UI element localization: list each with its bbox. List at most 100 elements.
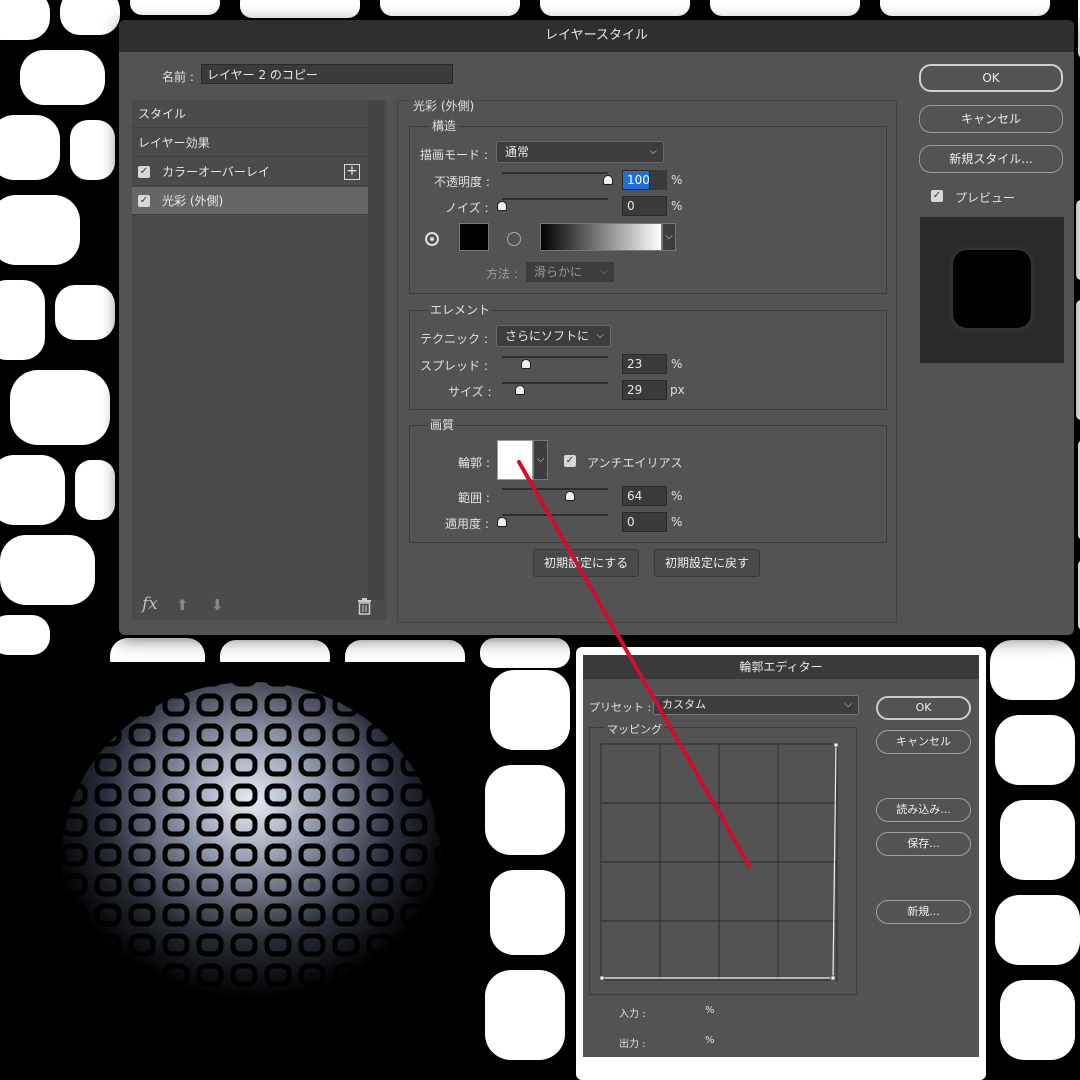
antialias-label: アンチエイリアス	[587, 456, 683, 470]
section-title: 光彩 (外側)	[413, 99, 475, 113]
technique-label: テクニック :	[420, 332, 488, 346]
styles-header[interactable]: スタイル	[132, 100, 368, 128]
elements-title: エレメント	[428, 301, 493, 318]
antialias-checkbox[interactable]: ✓	[564, 455, 576, 467]
editor-load-button[interactable]: 読み込み...	[876, 798, 971, 822]
noise-label: ノイズ :	[445, 201, 489, 215]
spread-slider[interactable]	[502, 356, 608, 358]
opacity-input[interactable]: 100	[622, 170, 650, 190]
ok-button[interactable]: OK	[919, 64, 1063, 92]
glow-gradient-swatch[interactable]	[540, 223, 662, 251]
preview-checkbox[interactable]: ✓	[931, 190, 943, 202]
editor-ok-button[interactable]: OK	[876, 696, 971, 720]
opacity-unit: %	[671, 173, 683, 187]
size-slider[interactable]	[502, 382, 608, 384]
noise-input[interactable]: 0	[622, 196, 667, 216]
name-label: 名前 :	[162, 70, 194, 84]
size-unit: px	[670, 383, 685, 397]
outer-glow-result-image	[25, 662, 477, 1080]
spread-input[interactable]: 23	[622, 354, 667, 374]
style-preview-thumbnail	[920, 217, 1064, 363]
contour-thumbnail[interactable]	[497, 440, 533, 480]
outer-glow-checkbox[interactable]: ✓	[138, 195, 150, 207]
input-unit: %	[705, 1005, 715, 1016]
jitter-label: 適用度 :	[445, 517, 489, 531]
make-default-button[interactable]: 初期設定にする	[533, 549, 640, 577]
input-label: 入力 :	[619, 1009, 646, 1020]
solid-color-radio[interactable]	[425, 232, 439, 246]
noise-slider[interactable]	[502, 198, 608, 200]
blend-mode-value: 通常	[505, 145, 530, 159]
editor-save-button[interactable]: 保存...	[876, 832, 971, 856]
method-value: 滑らかに	[534, 265, 583, 279]
layer-name-input[interactable]: レイヤー 2 のコピー	[201, 64, 453, 84]
chevron-down-icon: ⌵	[600, 266, 608, 277]
range-slider[interactable]	[502, 488, 608, 490]
technique-value: さらにソフトに	[505, 329, 590, 343]
chevron-down-icon: ⌵	[596, 330, 604, 341]
editor-new-button[interactable]: 新規...	[876, 900, 971, 924]
output-unit: %	[705, 1035, 715, 1046]
arrow-up-icon[interactable]: ⬆	[176, 596, 189, 614]
technique-select[interactable]: さらにソフトに ⌵	[496, 325, 611, 347]
color-overlay-checkbox[interactable]: ✓	[138, 166, 150, 178]
range-input[interactable]: 64	[622, 486, 667, 506]
glow-color-swatch[interactable]	[459, 223, 489, 251]
opacity-label: 不透明度 :	[434, 175, 490, 189]
size-label: サイズ :	[448, 385, 492, 399]
size-input[interactable]: 29	[622, 380, 667, 400]
chevron-down-icon: ⌵	[649, 146, 657, 157]
new-style-button[interactable]: 新規スタイル...	[919, 145, 1063, 173]
spread-slider-handle[interactable]	[521, 359, 531, 369]
contour-dropdown-icon[interactable]: ⌵	[533, 440, 548, 480]
contour-curve-graph[interactable]	[600, 743, 840, 983]
opacity-slider-handle[interactable]	[603, 175, 613, 185]
gradient-radio[interactable]	[507, 232, 521, 246]
jitter-slider[interactable]	[502, 514, 608, 516]
noise-unit: %	[671, 199, 683, 213]
fx-icon[interactable]: fx	[142, 594, 158, 614]
structure-title: 構造	[430, 117, 459, 134]
blend-mode-label: 描画モード :	[420, 148, 488, 162]
styles-item-outer-glow[interactable]: ✓ 光彩 (外側)	[132, 187, 368, 215]
styles-item-color-overlay[interactable]: ✓ カラーオーバーレイ +	[132, 158, 368, 186]
arrow-down-icon[interactable]: ⬇	[211, 596, 224, 614]
range-unit: %	[671, 489, 683, 503]
quality-title: 画質	[428, 416, 457, 433]
chevron-down-icon: ⌵	[844, 699, 852, 710]
gradient-dropdown-icon[interactable]: ⌵	[662, 223, 676, 251]
contour-editor-title: 輪郭エディター	[583, 655, 979, 679]
method-select[interactable]: 滑らかに ⌵	[525, 261, 615, 283]
editor-cancel-button[interactable]: キャンセル	[876, 730, 971, 754]
mapping-label: マッピング	[605, 721, 664, 737]
contour-editor-window: 輪郭エディター プリセット : カスタム ⌵ マッピング 入力 : % 出力 :…	[576, 647, 986, 1080]
size-slider-handle[interactable]	[515, 385, 525, 395]
opacity-slider[interactable]	[502, 172, 608, 174]
layer-style-dialog: レイヤースタイル 名前 : レイヤー 2 のコピー スタイル レイヤー効果 ✓ …	[119, 20, 1074, 635]
spread-unit: %	[671, 357, 683, 371]
jitter-input[interactable]: 0	[622, 512, 667, 532]
plus-box-icon[interactable]: +	[344, 164, 360, 180]
styles-item-layer-effects[interactable]: レイヤー効果	[132, 129, 368, 157]
method-label: 方法 :	[486, 267, 518, 281]
output-label: 出力 :	[619, 1039, 646, 1050]
styles-scrollbar[interactable]	[368, 100, 384, 600]
noise-slider-handle[interactable]	[497, 201, 507, 211]
styles-list-panel: スタイル レイヤー効果 ✓ カラーオーバーレイ + ✓ 光彩 (外側) fx ⬆…	[132, 100, 386, 620]
preset-select[interactable]: カスタム ⌵	[653, 695, 859, 715]
jitter-slider-handle[interactable]	[497, 517, 507, 527]
jitter-unit: %	[671, 515, 683, 529]
spread-label: スプレッド :	[420, 359, 488, 373]
range-slider-handle[interactable]	[565, 491, 575, 501]
contour-label: 輪郭 :	[458, 456, 490, 470]
preset-value: カスタム	[662, 698, 706, 711]
cancel-button[interactable]: キャンセル	[919, 105, 1063, 133]
reset-default-button[interactable]: 初期設定に戻す	[654, 549, 761, 577]
range-label: 範囲 :	[458, 491, 490, 505]
blend-mode-select[interactable]: 通常 ⌵	[496, 141, 664, 163]
trash-icon[interactable]	[357, 598, 372, 615]
styles-item-label: レイヤー効果	[138, 136, 210, 150]
opacity-input-rest	[650, 170, 667, 190]
preview-label: プレビュー	[955, 191, 1016, 205]
preset-label: プリセット :	[589, 701, 652, 714]
